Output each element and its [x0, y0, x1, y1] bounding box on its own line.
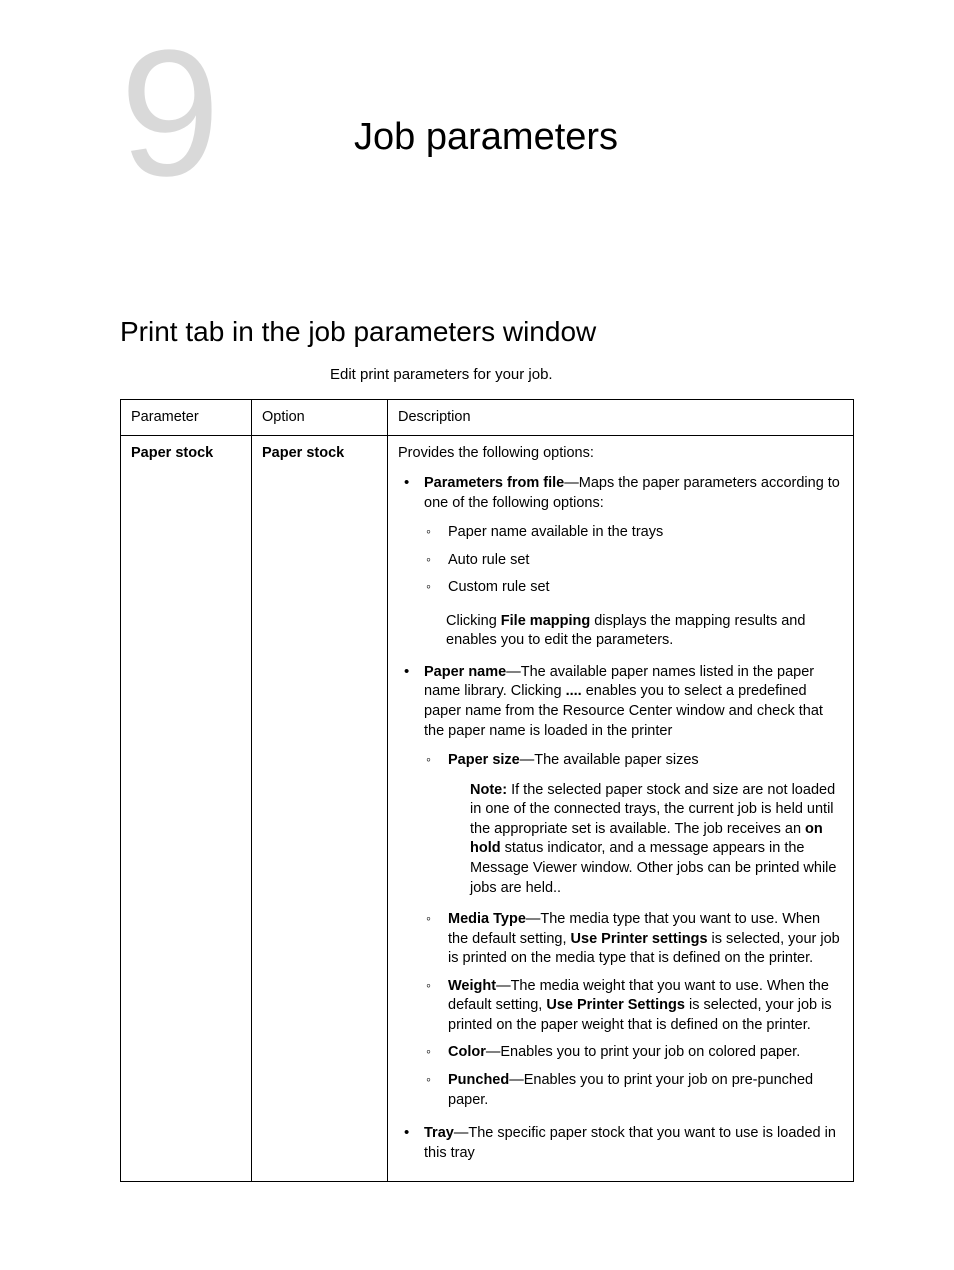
term-color: Color — [448, 1044, 486, 1060]
cell-description: Provides the following options: Paramete… — [388, 436, 854, 1182]
file-mapping-pre: Clicking — [446, 613, 501, 629]
bullet-parameters-from-file: Parameters from file—Maps the paper para… — [402, 474, 843, 651]
term-media-type: Media Type — [448, 911, 526, 927]
header-description: Description — [388, 399, 854, 436]
sub-punched: Punched—Enables you to print your job on… — [426, 1071, 843, 1110]
chapter-number: 9 — [120, 44, 350, 184]
text-color: —Enables you to print your job on colore… — [486, 1044, 800, 1060]
chapter-header: 9 Job parameters — [120, 50, 854, 203]
term-tray: Tray — [424, 1125, 454, 1141]
text-paper-name-dots: .... — [566, 683, 582, 699]
term-punched: Punched — [448, 1072, 509, 1088]
term-weight: Weight — [448, 978, 496, 994]
term-paper-name: Paper name — [424, 664, 506, 680]
text-weight-bold: Use Printer Settings — [546, 997, 685, 1013]
header-option: Option — [252, 399, 388, 436]
text-paper-size: —The available paper sizes — [520, 752, 699, 768]
term-paper-size: Paper size — [448, 752, 520, 768]
note-label: Note: — [470, 782, 507, 798]
sub-media-type: Media Type—The media type that you want … — [426, 910, 843, 969]
section-subtitle: Edit print parameters for your job. — [330, 365, 854, 385]
cell-option: Paper stock — [252, 436, 388, 1182]
paper-size-note: Note: If the selected paper stock and si… — [470, 781, 843, 898]
chapter-title: Job parameters — [354, 112, 618, 163]
note-post: status indicator, and a message appears … — [470, 840, 836, 895]
text-tray: —The specific paper stock that you want … — [424, 1125, 836, 1161]
table-header-row: Parameter Option Description — [121, 399, 854, 436]
header-parameter: Parameter — [121, 399, 252, 436]
table-row: Paper stock Paper stock Provides the fol… — [121, 436, 854, 1182]
text-media-type-bold: Use Printer settings — [571, 931, 708, 947]
sub-paper-name-in-trays: Paper name available in the trays — [426, 523, 843, 543]
sub-color: Color—Enables you to print your job on c… — [426, 1043, 843, 1063]
sub-auto-rule-set: Auto rule set — [426, 551, 843, 571]
file-mapping-bold: File mapping — [501, 613, 590, 629]
section-title: Print tab in the job parameters window — [120, 313, 854, 351]
sub-paper-size: Paper size—The available paper sizes Not… — [426, 751, 843, 898]
bullet-paper-name: Paper name—The available paper names lis… — [402, 663, 843, 1110]
term-parameters-from-file: Parameters from file — [424, 475, 564, 491]
parameters-table: Parameter Option Description Paper stock… — [120, 399, 854, 1182]
file-mapping-note: Clicking File mapping displays the mappi… — [446, 612, 843, 651]
sub-custom-rule-set: Custom rule set — [426, 578, 843, 598]
note-pre: If the selected paper stock and size are… — [470, 782, 835, 837]
sub-weight: Weight—The media weight that you want to… — [426, 977, 843, 1036]
bullet-tray: Tray—The specific paper stock that you w… — [402, 1124, 843, 1163]
cell-parameter: Paper stock — [121, 436, 252, 1182]
description-intro: Provides the following options: — [398, 445, 594, 461]
